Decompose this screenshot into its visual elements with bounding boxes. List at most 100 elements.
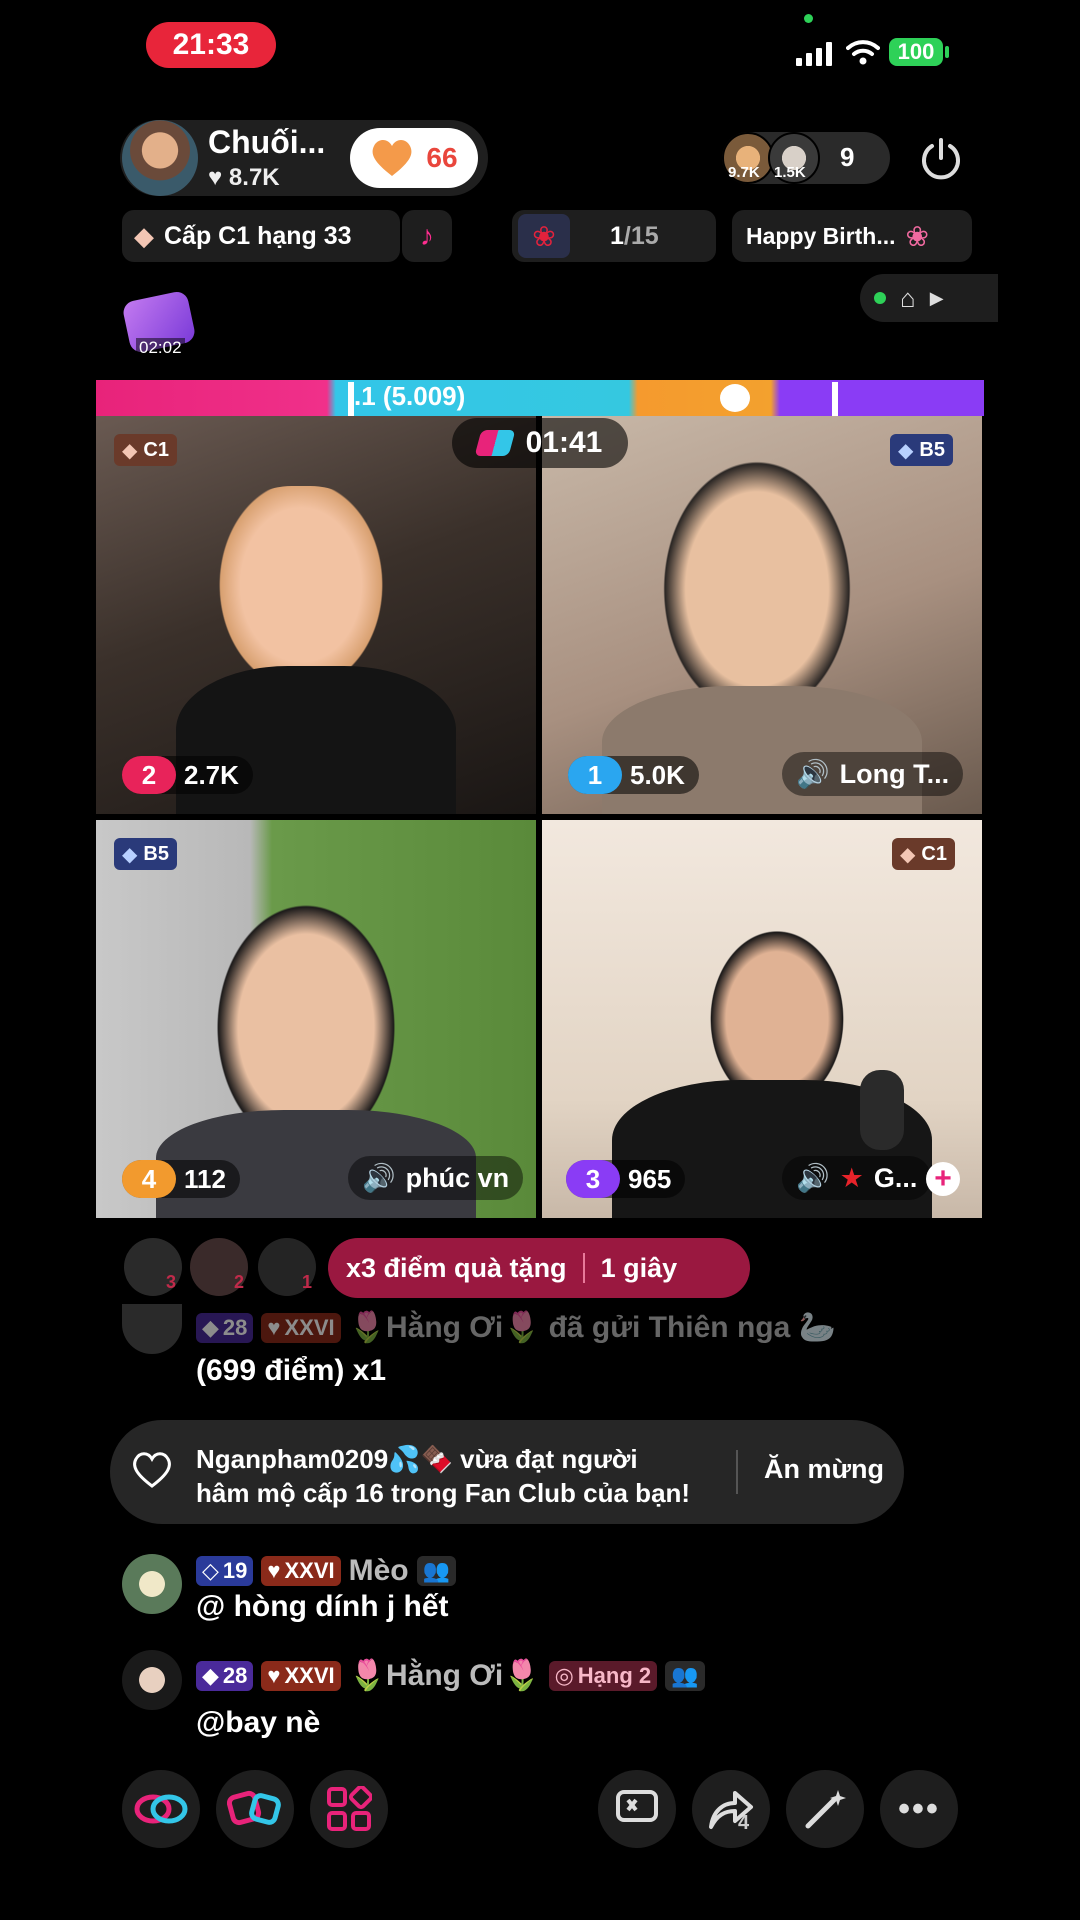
gift-action: đã gửi Thiên nga 🦢 xyxy=(548,1311,836,1344)
more-dots-icon: ••• xyxy=(898,1789,940,1828)
tile-2-rank: 1 5.0K xyxy=(568,756,699,794)
apps-grid-icon xyxy=(327,1786,372,1831)
celebrate-button[interactable]: Ăn mừng xyxy=(764,1454,884,1485)
chat-message-text: @bay nè xyxy=(196,1706,321,1739)
user-level: 28 xyxy=(222,1314,248,1340)
tile-4-rank-number: 3 xyxy=(566,1160,620,1198)
apps-button[interactable] xyxy=(310,1770,388,1848)
follower-icon: 👥 xyxy=(665,1660,705,1691)
share-button[interactable]: 4 xyxy=(692,1770,770,1848)
effects-button[interactable] xyxy=(786,1770,864,1848)
gift-goal-total: /15 xyxy=(623,221,659,250)
fan-tier: XXVI xyxy=(284,1558,335,1583)
chat-avatar[interactable] xyxy=(122,1554,182,1614)
add-guest-button[interactable]: + xyxy=(926,1162,960,1196)
diamond-icon: ◆ xyxy=(898,439,914,462)
tile-3-rank: 4 112 xyxy=(122,1160,240,1198)
tile-1-score: 2.7K xyxy=(184,759,239,790)
tile-1-badge: ◆ C1 xyxy=(114,434,177,466)
tile-2-name[interactable]: 🔊 Long T... xyxy=(782,752,964,796)
tile-2-rank-number: 1 xyxy=(568,756,622,794)
speaker-icon: 🔊 xyxy=(796,1163,830,1193)
battle-button[interactable] xyxy=(216,1770,294,1848)
top-gifter-3-rank: 3 xyxy=(166,1272,177,1292)
heart-outline-icon xyxy=(133,1452,171,1488)
score-marker-right xyxy=(832,382,838,416)
fan-notice-line2: hâm mộ cấp 16 trong Fan Club của bạn! xyxy=(196,1478,691,1508)
bonus-banner[interactable]: x3 điểm quà tặng 1 giây xyxy=(328,1238,750,1298)
chat-avatar[interactable] xyxy=(122,1650,182,1710)
chat-username[interactable]: 🌷Hằng Ơi🌷 xyxy=(349,1658,541,1693)
user-level: 19 xyxy=(222,1558,248,1583)
privacy-indicator xyxy=(804,14,813,23)
tile-3-name-label: phúc vn xyxy=(405,1162,510,1193)
diamond-icon: ◆ xyxy=(134,220,154,251)
host-name[interactable]: Chuối... xyxy=(208,124,325,161)
more-button[interactable]: ••• xyxy=(880,1770,958,1848)
battle-score-bar xyxy=(96,380,984,416)
rank-badge: ◎ Hạng 2 xyxy=(548,1660,658,1691)
flag-icon: ★ xyxy=(839,1162,864,1193)
user-level-badge: ◆ 28 xyxy=(196,1660,254,1691)
score-streak-icon xyxy=(720,384,750,412)
tile-2-name-label: Long T... xyxy=(839,758,950,789)
power-icon[interactable] xyxy=(918,136,964,182)
diamond-icon: ◆ xyxy=(900,843,916,866)
streamer-face xyxy=(652,446,862,706)
diamond-icon: ◆ xyxy=(122,439,138,462)
tiktok-sparkle-button[interactable]: ♪ xyxy=(402,210,452,262)
streamer-face xyxy=(702,920,852,1100)
magic-wand-icon xyxy=(805,1790,846,1829)
comment-settings-button[interactable] xyxy=(598,1770,676,1848)
gift-detail: (699 điểm) x1 xyxy=(196,1354,387,1387)
room-status-chip[interactable]: ⌂ ▶ xyxy=(860,274,998,322)
tile-3-rank-number: 4 xyxy=(122,1160,176,1198)
music-note-icon: ♪ xyxy=(420,220,434,251)
rank-badge-label: Hạng 2 xyxy=(577,1662,652,1688)
floating-treasure-item[interactable]: 02:02 xyxy=(121,289,197,360)
battle-tile-1[interactable] xyxy=(96,416,536,814)
tile-2-score: 5.0K xyxy=(630,759,685,790)
viewer-count: 9 xyxy=(840,142,855,172)
user-level-badge: ◇ 19 xyxy=(196,1556,254,1586)
top-viewer-1-score: 9.7K xyxy=(728,164,760,181)
fan-club-button[interactable]: 66 xyxy=(350,128,478,188)
fan-tier-badge: ♥ XXVI xyxy=(261,1556,341,1586)
fan-club-count: 66 xyxy=(426,142,458,173)
chat-username[interactable]: Mèo xyxy=(349,1554,409,1588)
rose-icon: ❀ xyxy=(905,220,929,252)
tile-3-name[interactable]: 🔊 phúc vn xyxy=(348,1156,524,1200)
battle-icon xyxy=(474,430,516,456)
top-gifter-1-rank: 1 xyxy=(302,1272,313,1292)
host-likes: ♥ 8.7K xyxy=(208,164,280,192)
rose-gift-icon: ❀ xyxy=(518,214,570,258)
gift-goal-current: 1 xyxy=(610,221,624,250)
score-marker-left xyxy=(348,382,354,416)
host-avatar[interactable] xyxy=(122,120,198,196)
treasure-timer: 02:02 xyxy=(136,338,185,358)
tile-4-badge: ◆ C1 xyxy=(892,838,955,870)
tile-4-name[interactable]: 🔊 ★ G... xyxy=(782,1156,932,1200)
event-chip-label: Happy Birth... xyxy=(746,222,896,249)
orange-heart-icon xyxy=(373,140,412,176)
speaker-icon: 🔊 xyxy=(362,1163,396,1193)
signal-icon xyxy=(796,42,832,66)
tile-1-badge-label: C1 xyxy=(143,438,169,461)
tile-4-badge-label: C1 xyxy=(921,842,947,865)
tile-3-score: 112 xyxy=(184,1163,226,1194)
chat-avatar[interactable] xyxy=(122,1304,182,1354)
top-viewer-2-score: 1.5K xyxy=(774,164,806,181)
chat-username[interactable]: 🌷Hằng Ơi🌷 xyxy=(349,1310,541,1345)
follower-icon: 👥 xyxy=(416,1556,457,1586)
diamond-icon: ◆ xyxy=(122,843,138,866)
battery-level: 100 xyxy=(889,38,943,66)
level-chip[interactable]: ◆ Cấp C1 hạng 33 xyxy=(122,210,400,262)
bonus-multiplier: x3 điểm quà tặng xyxy=(346,1252,567,1283)
fan-tier: XXVI xyxy=(284,1662,335,1688)
user-level: 28 xyxy=(222,1662,248,1688)
arrow-right-icon: ▶ xyxy=(929,287,944,308)
host-likes-value: 8.7K xyxy=(228,164,280,191)
link-button[interactable] xyxy=(122,1770,200,1848)
gift-goal-chip[interactable]: ❀ 1/15 xyxy=(512,210,716,262)
event-chip[interactable]: Happy Birth... ❀ xyxy=(732,210,972,262)
